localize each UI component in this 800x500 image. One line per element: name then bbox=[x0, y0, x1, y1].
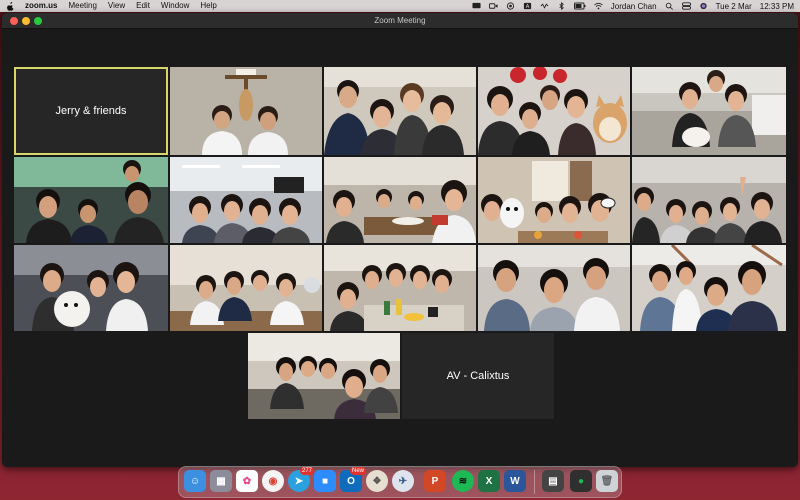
participant-video-tile[interactable] bbox=[170, 157, 322, 243]
menu-meeting[interactable]: Meeting bbox=[68, 0, 96, 12]
minimized-window-icon[interactable]: ▤ bbox=[542, 470, 564, 492]
search-icon[interactable] bbox=[665, 2, 674, 10]
participant-video bbox=[14, 245, 168, 331]
participant-video-tile[interactable] bbox=[324, 245, 476, 331]
participant-video-tile[interactable] bbox=[478, 157, 630, 243]
menu-app-name[interactable]: zoom.us bbox=[25, 0, 57, 12]
participant-video-tile[interactable] bbox=[632, 157, 786, 243]
participant-video-tile[interactable] bbox=[170, 245, 322, 331]
powerpoint-icon[interactable]: P bbox=[424, 470, 446, 492]
excel-icon[interactable]: X bbox=[478, 470, 500, 492]
participant-video bbox=[478, 67, 630, 155]
font-icon[interactable]: A bbox=[523, 2, 532, 10]
spotify-icon[interactable]: ≋ bbox=[452, 470, 474, 492]
participant-video bbox=[324, 67, 476, 155]
app-icon[interactable]: ❖ bbox=[366, 470, 388, 492]
participant-video-tile[interactable] bbox=[478, 245, 630, 331]
battery-icon[interactable] bbox=[573, 2, 586, 10]
menu-edit[interactable]: Edit bbox=[136, 0, 150, 12]
camera-icon[interactable] bbox=[488, 2, 498, 10]
menu-help[interactable]: Help bbox=[200, 0, 216, 12]
participant-video-tile[interactable] bbox=[248, 333, 400, 419]
participant-video bbox=[248, 333, 400, 419]
record-icon[interactable] bbox=[506, 2, 515, 10]
user-name[interactable]: Jordan Chan bbox=[611, 2, 657, 11]
participant-video bbox=[170, 157, 322, 243]
status-area: A Jordan Chan Tue 2 Mar 12:33 PM bbox=[472, 2, 794, 11]
siri-icon[interactable] bbox=[699, 2, 708, 10]
launchpad-icon[interactable]: ▦ bbox=[210, 470, 232, 492]
control-center-icon[interactable] bbox=[681, 2, 691, 10]
participant-video bbox=[632, 67, 786, 155]
participant-video-tile[interactable] bbox=[14, 245, 168, 331]
participant-video bbox=[170, 245, 322, 331]
trash-icon[interactable]: 🗑 bbox=[596, 470, 618, 492]
participant-tile-name-only[interactable]: Jerry & friends bbox=[14, 67, 168, 155]
svg-text:A: A bbox=[525, 4, 529, 10]
telegram-badge: 277 bbox=[299, 467, 314, 475]
telegram-icon[interactable]: ➤ 277 bbox=[288, 467, 314, 492]
participant-name: Jerry & friends bbox=[55, 105, 127, 117]
wifi-icon[interactable] bbox=[593, 2, 603, 10]
photos-icon[interactable]: ✿ bbox=[236, 470, 258, 492]
participant-video-tile[interactable] bbox=[170, 67, 322, 155]
date-text[interactable]: Tue 2 Mar bbox=[716, 2, 752, 11]
participant-video bbox=[14, 157, 168, 243]
finder-icon[interactable]: ☺ bbox=[184, 470, 206, 492]
zoom-icon[interactable]: ■ bbox=[314, 470, 336, 492]
participant-video-tile[interactable] bbox=[632, 245, 786, 331]
participant-video-tile[interactable] bbox=[632, 67, 786, 155]
time-text[interactable]: 12:33 PM bbox=[760, 2, 794, 11]
participant-video bbox=[170, 67, 322, 155]
participant-video bbox=[324, 157, 476, 243]
apple-icon[interactable] bbox=[6, 1, 15, 11]
menu-view[interactable]: View bbox=[108, 0, 125, 12]
app-icon[interactable]: ✈ bbox=[392, 470, 414, 492]
window-title-bar[interactable]: Zoom Meeting bbox=[2, 13, 798, 29]
desktop: zoom.us Meeting View Edit Window Help A … bbox=[0, 0, 800, 500]
participant-video-tile[interactable] bbox=[14, 157, 168, 243]
participant-video bbox=[478, 157, 630, 243]
participant-video bbox=[478, 245, 630, 331]
participant-tile-name-only[interactable]: AV - Calixtus bbox=[402, 333, 554, 419]
participant-video bbox=[324, 245, 476, 331]
participant-video bbox=[632, 157, 786, 243]
participant-video bbox=[632, 245, 786, 331]
macos-menu-bar: zoom.us Meeting View Edit Window Help A … bbox=[0, 0, 800, 12]
minimized-window-icon[interactable]: ● bbox=[570, 470, 592, 492]
participant-video-tile[interactable] bbox=[324, 67, 476, 155]
participant-name: AV - Calixtus bbox=[446, 370, 510, 382]
participant-video-tile[interactable] bbox=[478, 67, 630, 155]
bluetooth-icon[interactable] bbox=[557, 2, 566, 10]
word-icon[interactable]: W bbox=[504, 470, 526, 492]
zoom-meeting-window: Zoom Meeting Jerry & friends AV - Calixt… bbox=[2, 13, 798, 467]
menu-window[interactable]: Window bbox=[161, 0, 189, 12]
wave-icon[interactable] bbox=[540, 2, 549, 10]
outlook-badge: New bbox=[349, 467, 366, 475]
screen-share-icon[interactable] bbox=[472, 2, 481, 10]
chrome-icon[interactable]: ◉ bbox=[262, 470, 284, 492]
dock-separator bbox=[534, 470, 535, 494]
outlook-icon[interactable]: O New bbox=[340, 467, 366, 492]
participant-video-tile[interactable] bbox=[324, 157, 476, 243]
window-title: Zoom Meeting bbox=[374, 16, 426, 25]
